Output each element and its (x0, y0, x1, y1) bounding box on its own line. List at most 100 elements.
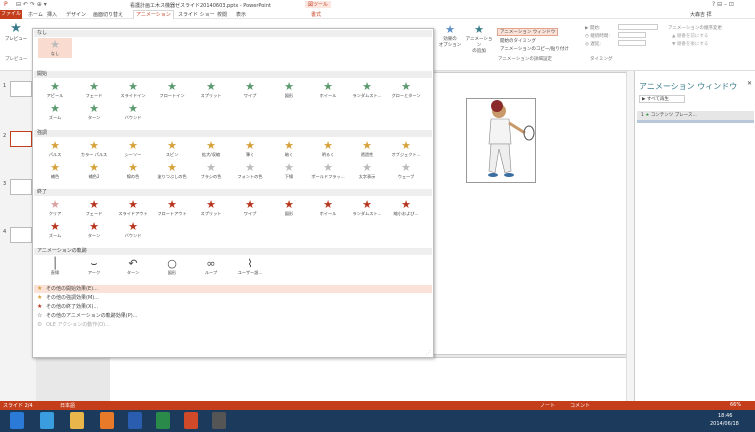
emphasis-effect-item[interactable]: ★ スピン (155, 139, 189, 159)
exit-effect-item[interactable]: ★ ホイール (311, 198, 345, 218)
slide-thumbnail-1[interactable] (10, 81, 32, 97)
none-animation-item[interactable]: ★ なし (38, 38, 72, 58)
tab-home[interactable]: ホーム (28, 11, 43, 18)
emphasis-effect-item[interactable]: ★ 塗りつぶしの色 (155, 161, 189, 181)
close-icon[interactable]: ✕ (747, 80, 752, 87)
emphasis-effect-item[interactable]: ★ 補色2 (77, 161, 111, 181)
emphasis-effect-item[interactable]: ★ 透過性 (350, 139, 384, 159)
entrance-effect-item[interactable]: ★ グローとターン (389, 80, 423, 100)
word-icon[interactable] (128, 412, 142, 429)
powerpoint-taskbar-icon[interactable] (184, 412, 198, 429)
entrance-effect-item[interactable]: ★ アピール (38, 80, 72, 100)
emphasis-effect-item[interactable]: ★ 太字表示 (350, 161, 384, 181)
tab-transitions[interactable]: 画面切り替え (93, 11, 123, 18)
exit-effect-item[interactable]: ★ ターン (77, 220, 111, 240)
tab-animations[interactable]: アニメーション (133, 10, 174, 19)
vertical-scrollbar[interactable] (626, 71, 634, 401)
app-icon[interactable] (212, 412, 226, 429)
resize-grip-icon[interactable]: ⋰ (426, 350, 431, 356)
exit-effect-item[interactable]: ★ 縮小および... (389, 198, 423, 218)
exit-effect-item[interactable]: ★ スライドアウト (116, 198, 150, 218)
emphasis-effect-item[interactable]: ★ オブジェクト... (389, 139, 423, 159)
exit-effect-item[interactable]: ★ 図形 (272, 198, 306, 218)
move-later-button[interactable]: ▼ 順番を後にする (672, 41, 708, 47)
exit-effect-item[interactable]: ★ ワイプ (233, 198, 267, 218)
slide-thumbnail-3[interactable] (10, 179, 32, 195)
tab-design[interactable]: デザイン (66, 11, 86, 18)
paths-effect-item[interactable]: ∞ ループ (194, 257, 228, 277)
zoom-level[interactable]: 66% (730, 402, 741, 408)
emphasis-effect-item[interactable]: ★ 明るく (311, 139, 345, 159)
file-explorer-icon[interactable] (70, 412, 84, 429)
emphasis-effect-item[interactable]: ★ ブラシの色 (194, 161, 228, 181)
delay-input[interactable] (618, 40, 646, 46)
effect-options-button[interactable]: ★ 効果の オプション (437, 23, 463, 48)
tab-insert[interactable]: 挿入 (47, 11, 57, 18)
tab-view[interactable]: 表示 (236, 11, 246, 18)
quick-access-icons[interactable]: ⊟ ↶ ↷ ⊕ ▾ (16, 1, 47, 8)
emphasis-effect-item[interactable]: ★ 補色 (38, 161, 72, 181)
exit-effect-item[interactable]: ★ スプリット (194, 198, 228, 218)
emphasis-effect-item[interactable]: ★ 線の色 (116, 161, 150, 181)
duration-input[interactable] (618, 32, 646, 38)
exit-effect-item[interactable]: ★ ランダムスト... (350, 198, 384, 218)
entrance-effect-item[interactable]: ★ ホイール (311, 80, 345, 100)
tab-slideshow[interactable]: スライド ショー (178, 11, 215, 18)
entrance-effect-item[interactable]: ★ ワイプ (233, 80, 267, 100)
excel-icon[interactable] (156, 412, 170, 429)
exit-effect-item[interactable]: ★ フェード (77, 198, 111, 218)
entrance-effect-item[interactable]: ★ ランダムスト... (350, 80, 384, 100)
emphasis-effect-item[interactable]: ★ 下線 (272, 161, 306, 181)
exit-effect-item[interactable]: ★ クリア (38, 198, 72, 218)
exit-effect-item[interactable]: ★ フロートアウト (155, 198, 189, 218)
emphasis-effect-item[interactable]: ★ ボールドフラッ... (311, 161, 345, 181)
slide-thumbnail-4[interactable] (10, 227, 32, 243)
exit-effect-item[interactable]: ★ バウンド (116, 220, 150, 240)
more-motion-paths[interactable]: ☆ その他のアニメーションの軌跡効果(P)... (34, 312, 432, 320)
paths-effect-item[interactable]: ○ 図形 (155, 257, 189, 277)
emphasis-effect-item[interactable]: ★ パルス (38, 139, 72, 159)
add-animation-button[interactable]: ★ アニメーション の追加 (465, 23, 493, 54)
start-select[interactable] (618, 24, 658, 30)
entrance-effect-item[interactable]: ★ スライドイン (116, 80, 150, 100)
tennis-player-image[interactable] (466, 98, 536, 183)
exit-effect-item[interactable]: ★ ズーム (38, 220, 72, 240)
entrance-effect-item[interactable]: ★ 図形 (272, 80, 306, 100)
emphasis-effect-item[interactable]: ★ カラー パルス (77, 139, 111, 159)
trigger-button[interactable]: 開始のタイミング (500, 38, 536, 44)
comments-button[interactable]: コメント (570, 402, 590, 409)
slide-thumbnail-2[interactable] (10, 131, 32, 147)
tab-format[interactable]: 書式 (311, 11, 321, 18)
language-indicator[interactable]: 日本語 (60, 402, 75, 409)
entrance-effect-item[interactable]: ★ ズーム (38, 102, 72, 122)
play-all-button[interactable]: ▶ すべて再生 (639, 95, 685, 103)
animation-painter-button[interactable]: アニメーションのコピー/貼り付け (500, 46, 569, 52)
emphasis-effect-item[interactable]: ★ フォントの色 (233, 161, 267, 181)
entrance-effect-item[interactable]: ★ スプリット (194, 80, 228, 100)
tab-review[interactable]: 校閲 (217, 11, 227, 18)
animation-pane-button[interactable]: アニメーション ウィンドウ (497, 28, 559, 36)
window-controls[interactable]: ? ⊟ – ⊡ (712, 1, 734, 8)
entrance-effect-item[interactable]: ★ バウンド (116, 102, 150, 122)
internet-explorer-icon[interactable] (40, 412, 54, 429)
firefox-icon[interactable] (100, 412, 114, 429)
more-emphasis-effects[interactable]: ★ その他の強調効果(M)... (34, 294, 432, 302)
user-name[interactable]: 大森吉 拝 (690, 11, 712, 18)
notes-pane[interactable] (110, 357, 630, 401)
emphasis-effect-item[interactable]: ★ 拡大/収縮 (194, 139, 228, 159)
notes-button[interactable]: ノート (540, 402, 555, 409)
emphasis-effect-item[interactable]: ★ ウェーブ (389, 161, 423, 181)
paths-effect-item[interactable]: ↶ ターン (116, 257, 150, 277)
entrance-effect-item[interactable]: ★ フェード (77, 80, 111, 100)
entrance-effect-item[interactable]: ★ ターン (77, 102, 111, 122)
more-entrance-effects[interactable]: ★ その他の開始効果(E)... (34, 285, 432, 293)
preview-button[interactable]: ★ プレビュー (2, 21, 30, 42)
more-exit-effects[interactable]: ★ その他の終了効果(X)... (34, 303, 432, 311)
start-button-icon[interactable] (10, 412, 24, 429)
entrance-effect-item[interactable]: ★ フロートイン (155, 80, 189, 100)
emphasis-effect-item[interactable]: ★ 薄く (233, 139, 267, 159)
emphasis-effect-item[interactable]: ★ 暗く (272, 139, 306, 159)
paths-effect-item[interactable]: │ 直線 (38, 257, 72, 277)
tab-file[interactable]: ファイル (0, 10, 22, 19)
paths-effect-item[interactable]: ⌣ アーク (77, 257, 111, 277)
